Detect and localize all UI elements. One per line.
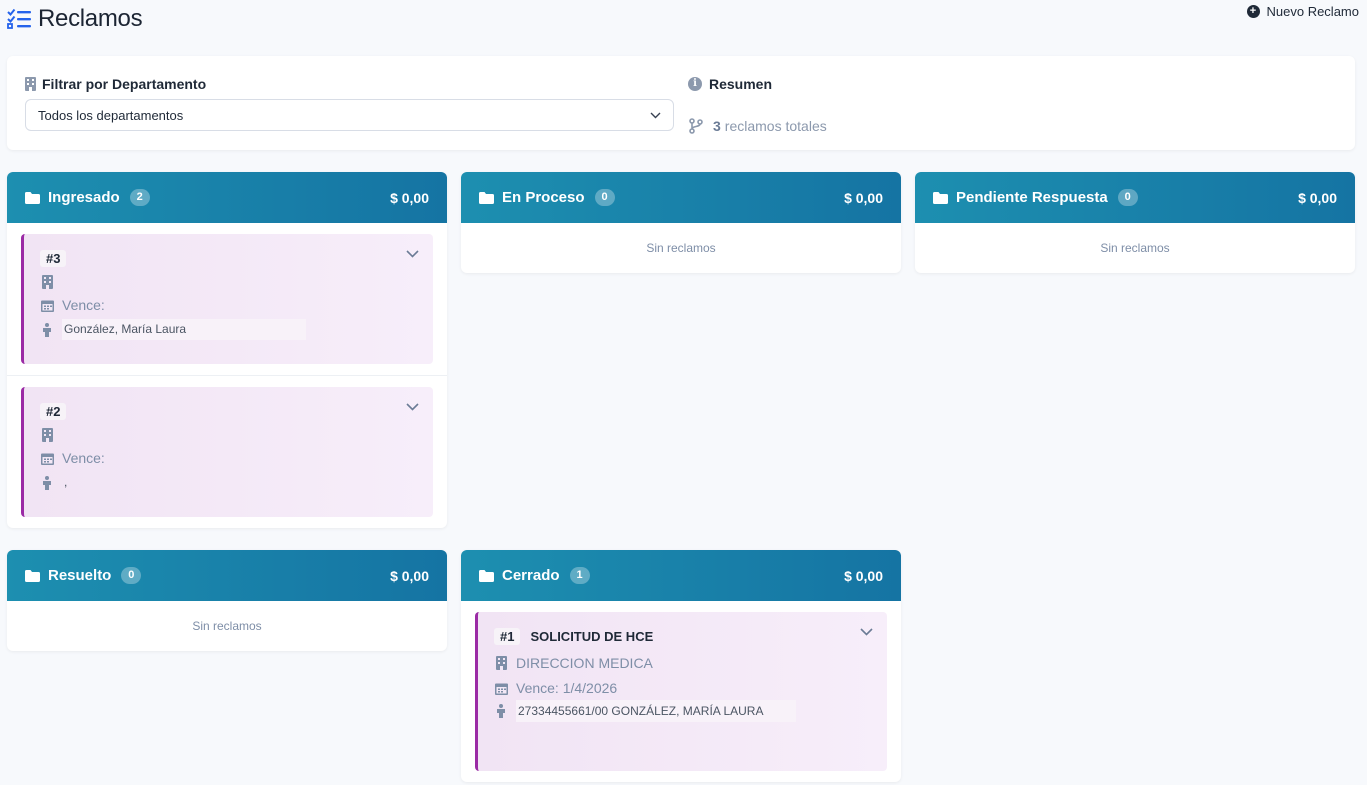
claim-patient: González, María Laura <box>40 319 417 340</box>
building-icon <box>40 428 54 442</box>
column-count-badge: 0 <box>594 189 615 206</box>
summary-count-text: reclamos totales <box>724 118 827 134</box>
calendar-icon <box>40 452 54 465</box>
plus-circle-icon: + <box>1246 5 1260 18</box>
column-en-proceso: En Proceso 0 $ 0,00 Sin reclamos <box>461 172 901 273</box>
chevron-down-icon[interactable] <box>860 628 873 636</box>
claim-department <box>40 273 417 291</box>
folder-icon <box>479 569 494 582</box>
column-title: En Proceso <box>502 189 585 206</box>
claim-department: DIRECCION MEDICA <box>494 654 871 672</box>
chevron-down-icon[interactable] <box>406 250 419 258</box>
folder-icon <box>479 191 494 204</box>
column-header: Resuelto 0 $ 0,00 <box>7 550 447 601</box>
column-ingresado: Ingresado 2 $ 0,00 #3 Vence: González, M… <box>7 172 447 528</box>
claim-patient: 27334455661/00 GONZÁLEZ, MARÍA LAURA <box>494 700 871 722</box>
department-select-value: Todos los departamentos <box>38 107 184 123</box>
chevron-down-icon <box>650 112 661 118</box>
claim-id: #2 <box>40 402 67 420</box>
department-select[interactable]: Todos los departamentos <box>25 99 674 131</box>
column-amount: $ 0,00 <box>844 567 883 584</box>
empty-message: Sin reclamos <box>192 619 262 633</box>
new-claim-button[interactable]: + Nuevo Reclamo <box>1246 4 1360 19</box>
claim-id: #3 <box>40 249 67 267</box>
column-title: Ingresado <box>48 189 120 206</box>
person-icon <box>494 704 508 718</box>
claim-subject: SOLICITUD DE HCE <box>530 628 654 644</box>
page-header: Reclamos <box>6 4 1347 34</box>
filter-heading: Filtrar por Departamento <box>25 76 206 92</box>
column-header: Cerrado 1 $ 0,00 <box>461 550 901 601</box>
column-amount: $ 0,00 <box>1298 189 1337 206</box>
person-icon <box>40 475 54 490</box>
checklist-icon <box>6 7 34 31</box>
folder-icon <box>933 191 948 204</box>
claim-due-date: Vence: 1/4/2026 <box>494 679 871 697</box>
column-count-badge: 0 <box>121 567 142 584</box>
summary-total: 3 reclamos totales <box>689 118 827 134</box>
claim-card[interactable]: #3 Vence: González, María Laura <box>21 234 433 364</box>
chevron-down-icon[interactable] <box>406 403 419 411</box>
filter-panel: Filtrar por Departamento Todos los depar… <box>7 56 1355 150</box>
summary-label: Resumen <box>709 76 773 92</box>
column-count-badge: 2 <box>129 189 150 206</box>
column-header: Ingresado 2 $ 0,00 <box>7 172 447 223</box>
branch-icon <box>689 118 703 134</box>
calendar-icon <box>494 682 508 695</box>
column-resuelto: Resuelto 0 $ 0,00 Sin reclamos <box>7 550 447 651</box>
column-header: En Proceso 0 $ 0,00 <box>461 172 901 223</box>
new-claim-label: Nuevo Reclamo <box>1266 4 1360 19</box>
building-icon <box>40 275 54 289</box>
claim-department <box>40 426 417 444</box>
page-title: Reclamos <box>38 5 143 32</box>
filter-label: Filtrar por Departamento <box>42 76 207 92</box>
calendar-icon <box>40 299 54 312</box>
info-icon: i <box>688 77 702 91</box>
column-header: Pendiente Respuesta 0 $ 0,00 <box>915 172 1355 223</box>
empty-message: Sin reclamos <box>646 241 716 255</box>
claim-due-date: Vence: <box>40 296 417 314</box>
column-amount: $ 0,00 <box>390 567 429 584</box>
claim-patient: , <box>40 472 417 493</box>
claim-card[interactable]: #2 Vence: , <box>21 387 433 517</box>
summary-heading: i Resumen <box>688 76 772 92</box>
claim-due-date: Vence: <box>40 449 417 467</box>
claim-card[interactable]: #1 SOLICITUD DE HCE DIRECCION MEDICA Ven… <box>475 612 887 771</box>
folder-icon <box>25 191 40 204</box>
claim-id: #1 <box>494 627 521 645</box>
building-icon <box>494 656 508 670</box>
column-count-badge: 1 <box>569 567 590 584</box>
person-icon <box>40 322 54 337</box>
empty-message: Sin reclamos <box>1100 241 1170 255</box>
column-title: Resuelto <box>48 567 112 584</box>
folder-icon <box>25 569 40 582</box>
column-title: Cerrado <box>502 567 560 584</box>
column-title: Pendiente Respuesta <box>956 189 1108 206</box>
column-pendiente-respuesta: Pendiente Respuesta 0 $ 0,00 Sin reclamo… <box>915 172 1355 273</box>
column-amount: $ 0,00 <box>844 189 883 206</box>
building-icon <box>25 77 36 91</box>
summary-count: 3 <box>713 118 721 134</box>
column-amount: $ 0,00 <box>390 189 429 206</box>
column-cerrado: Cerrado 1 $ 0,00 #1 SOLICITUD DE HCE DIR… <box>461 550 901 782</box>
column-count-badge: 0 <box>1117 189 1138 206</box>
